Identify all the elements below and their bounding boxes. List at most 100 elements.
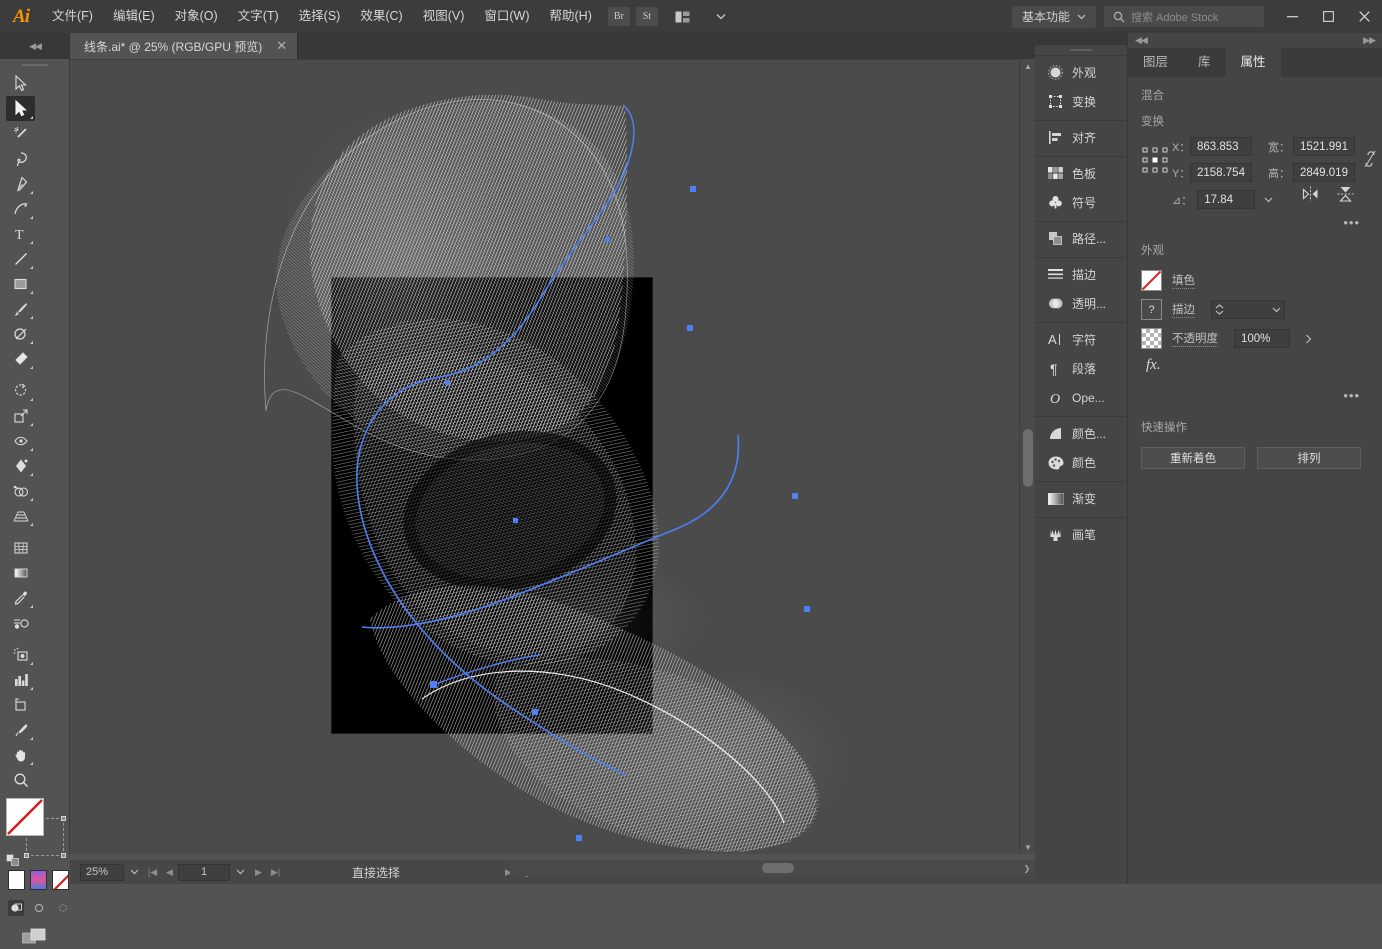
flip-horizontal-icon[interactable] bbox=[1302, 186, 1319, 205]
blend-tool[interactable] bbox=[6, 610, 35, 635]
appearance-more-options-icon[interactable]: ••• bbox=[1343, 388, 1360, 403]
transform-more-options-icon[interactable]: ••• bbox=[1343, 215, 1360, 230]
dock-item-symbols[interactable]: 符号 bbox=[1035, 188, 1127, 217]
curvature-tool[interactable] bbox=[6, 196, 35, 221]
transform-width-input[interactable]: 1521.991 bbox=[1293, 137, 1355, 156]
stroke-weight-control[interactable] bbox=[1211, 300, 1285, 319]
dock-item-gradient[interactable]: 渐变 bbox=[1035, 484, 1127, 513]
arrange-dropdown-icon[interactable] bbox=[708, 7, 734, 27]
menu-file[interactable]: 文件(F) bbox=[42, 0, 103, 33]
dock-item-brushes[interactable]: 画笔 bbox=[1035, 520, 1127, 549]
dock-item-align[interactable]: 对齐 bbox=[1035, 123, 1127, 152]
search-adobe-stock[interactable]: 搜索 Adobe Stock bbox=[1104, 6, 1264, 27]
selection-tool[interactable] bbox=[6, 71, 35, 96]
first-artboard-icon[interactable]: |◀ bbox=[144, 867, 161, 878]
zoom-dropdown-icon[interactable] bbox=[124, 869, 144, 875]
menu-help[interactable]: 帮助(H) bbox=[540, 0, 602, 33]
paintbrush-tool[interactable] bbox=[6, 296, 35, 321]
fill-stroke-indicator[interactable] bbox=[6, 798, 66, 866]
current-tool-status[interactable]: 直接选择 bbox=[352, 864, 400, 881]
window-close-button[interactable] bbox=[1346, 0, 1382, 33]
document-tab[interactable]: 线条.ai* @ 25% (RGB/GPU 预览) ✕ bbox=[70, 33, 299, 59]
dock-item-color[interactable]: 颜色 bbox=[1035, 448, 1127, 477]
transform-height-input[interactable]: 2849.019 bbox=[1293, 163, 1355, 182]
draw-behind-mode-icon[interactable] bbox=[32, 900, 48, 916]
shaper-tool[interactable] bbox=[6, 321, 35, 346]
perspective-grid-tool[interactable] bbox=[6, 503, 35, 528]
direct-selection-tool[interactable] bbox=[6, 96, 35, 121]
appearance-stroke-swatch[interactable]: ? bbox=[1141, 299, 1162, 320]
column-graph-tool[interactable] bbox=[6, 667, 35, 692]
dock-item-color-guide[interactable]: 颜色... bbox=[1035, 419, 1127, 448]
draw-normal-mode-icon[interactable] bbox=[8, 900, 24, 916]
rotate-tool[interactable] bbox=[6, 378, 35, 403]
fill-swatch[interactable] bbox=[6, 798, 44, 836]
swatch-none-button[interactable] bbox=[52, 870, 69, 890]
swatch-gradient-button[interactable] bbox=[30, 870, 47, 890]
gradient-tool[interactable] bbox=[6, 560, 35, 585]
arrange-button[interactable]: 排列 bbox=[1257, 447, 1361, 469]
opacity-expand-icon[interactable] bbox=[1300, 334, 1316, 344]
dock-item-transform[interactable]: 变换 bbox=[1035, 87, 1127, 116]
arrange-documents-icon[interactable] bbox=[670, 7, 696, 27]
collapse-toolbar-icon[interactable]: ◀◀ bbox=[0, 33, 70, 59]
menu-select[interactable]: 选择(S) bbox=[289, 0, 351, 33]
angle-dropdown-icon[interactable] bbox=[1260, 197, 1276, 203]
width-tool[interactable] bbox=[6, 428, 35, 453]
bridge-button[interactable]: Br bbox=[607, 7, 630, 26]
slice-tool[interactable] bbox=[6, 717, 35, 742]
toolbar-grip[interactable] bbox=[0, 59, 69, 71]
swap-fill-stroke-icon[interactable] bbox=[6, 850, 22, 866]
scroll-right-arrow-icon[interactable]: ❯ bbox=[1019, 861, 1035, 875]
artboard-tool[interactable] bbox=[6, 692, 35, 717]
recolor-button[interactable]: 重新着色 bbox=[1141, 447, 1245, 469]
eraser-tool[interactable] bbox=[6, 346, 35, 371]
dock-item-paragraph[interactable]: ¶ 段落 bbox=[1035, 354, 1127, 383]
menu-type[interactable]: 文字(T) bbox=[228, 0, 289, 33]
dock-item-appearance[interactable]: 外观 bbox=[1035, 58, 1127, 87]
magic-wand-tool[interactable] bbox=[6, 121, 35, 146]
dock-item-transparency[interactable]: 透明... bbox=[1035, 289, 1127, 318]
zoom-level-field[interactable]: 25% bbox=[80, 863, 124, 881]
pen-tool[interactable] bbox=[6, 171, 35, 196]
dock-grip[interactable] bbox=[1035, 45, 1127, 55]
document-tab-close-icon[interactable]: ✕ bbox=[276, 38, 287, 54]
opacity-label[interactable]: 不透明度 bbox=[1172, 330, 1218, 347]
window-minimize-button[interactable] bbox=[1274, 0, 1310, 33]
mesh-tool[interactable] bbox=[6, 535, 35, 560]
document-canvas[interactable] bbox=[70, 59, 1035, 854]
reference-point-selector[interactable] bbox=[1138, 137, 1172, 173]
menu-object[interactable]: 对象(O) bbox=[165, 0, 228, 33]
transform-y-input[interactable]: 2158.754 bbox=[1190, 163, 1252, 182]
scroll-down-arrow-icon[interactable]: ▼ bbox=[1020, 840, 1036, 854]
last-artboard-icon[interactable]: ▶| bbox=[267, 867, 284, 878]
transform-x-input[interactable]: 863.853 bbox=[1190, 137, 1252, 156]
zoom-tool[interactable] bbox=[6, 767, 35, 792]
stroke-weight-stepper[interactable] bbox=[1212, 304, 1226, 315]
stock-button[interactable]: St bbox=[635, 7, 658, 26]
canvas-vertical-scrollbar[interactable]: ▲ ▼ bbox=[1019, 59, 1035, 854]
rectangle-tool[interactable] bbox=[6, 271, 35, 296]
dock-item-character[interactable]: A 字符 bbox=[1035, 325, 1127, 354]
tab-properties[interactable]: 属性 bbox=[1225, 48, 1281, 77]
window-maximize-button[interactable] bbox=[1310, 0, 1346, 33]
artboard-number-field[interactable]: 1 bbox=[178, 863, 230, 881]
opacity-input[interactable]: 100% bbox=[1234, 329, 1290, 348]
tab-layers[interactable]: 图层 bbox=[1128, 48, 1183, 77]
menu-edit[interactable]: 编辑(E) bbox=[103, 0, 165, 33]
menu-effect[interactable]: 效果(C) bbox=[350, 0, 412, 33]
tab-libraries[interactable]: 库 bbox=[1183, 48, 1226, 77]
line-segment-tool[interactable] bbox=[6, 246, 35, 271]
hand-tool[interactable] bbox=[6, 742, 35, 767]
dock-item-swatches[interactable]: 色板 bbox=[1035, 159, 1127, 188]
horizontal-scroll-thumb[interactable] bbox=[762, 863, 794, 873]
appearance-fill-swatch[interactable] bbox=[1141, 270, 1162, 291]
shape-builder-tool[interactable] bbox=[6, 478, 35, 503]
fill-label[interactable]: 填色 bbox=[1172, 272, 1195, 289]
stroke-label[interactable]: 描边 bbox=[1172, 301, 1195, 318]
lasso-tool[interactable] bbox=[6, 146, 35, 171]
eyedropper-tool[interactable] bbox=[6, 585, 35, 610]
stroke-weight-dropdown-icon[interactable] bbox=[1268, 307, 1284, 313]
lock-proportions-icon[interactable] bbox=[1363, 137, 1377, 172]
menu-window[interactable]: 窗口(W) bbox=[474, 0, 539, 33]
